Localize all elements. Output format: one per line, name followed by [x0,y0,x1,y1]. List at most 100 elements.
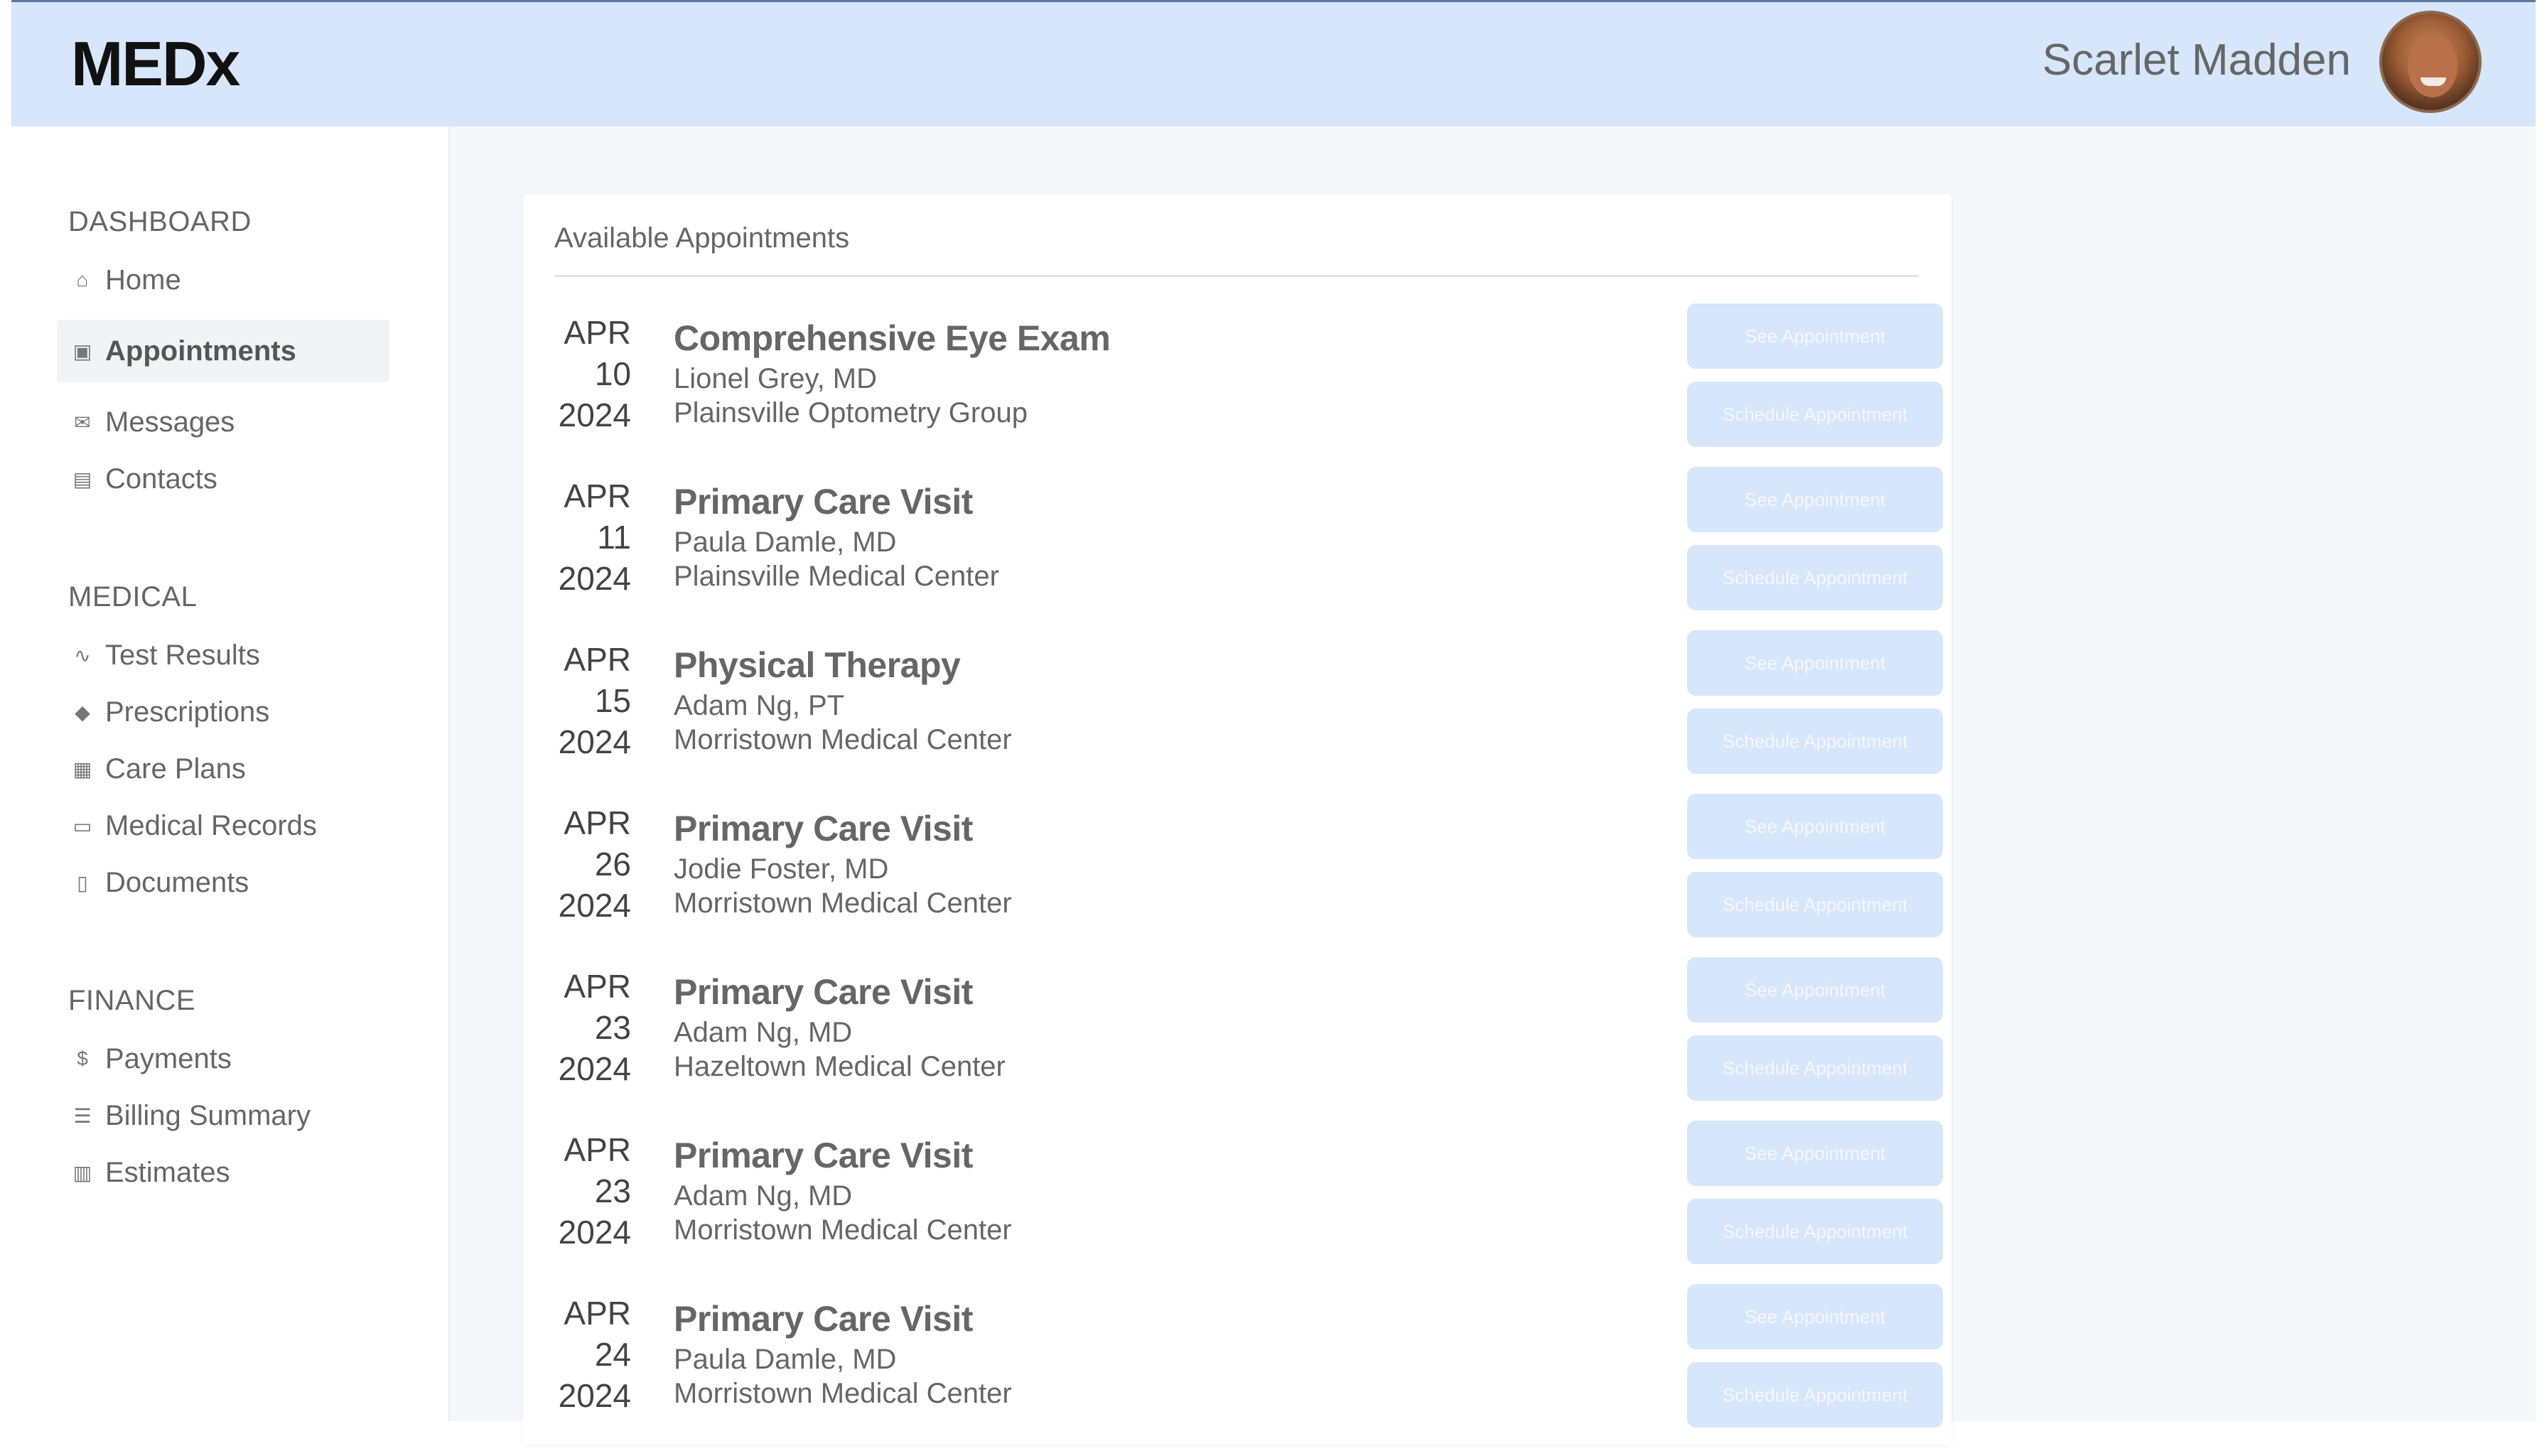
sidebar-item-label: Home [105,264,181,296]
sidebar-item-contacts[interactable]: ▤ Contacts [57,448,389,510]
appointment-year: 2024 [558,1050,631,1087]
appointment-month: APR [564,1295,631,1332]
sidebar-item-label: Medical Records [105,809,317,841]
appointment-date: APR 23 2024 [554,1129,631,1253]
schedule-appointment-button[interactable]: Schedule Appointment [1687,1199,1943,1264]
envelope-icon: ✉ [74,411,91,433]
sidebar-item-label: Documents [105,866,249,898]
appointment-row: APR 23 2024 Primary Care Visit Adam Ng, … [523,957,1951,1129]
sidebar-item-care-plans[interactable]: ▦ Care Plans [57,738,389,800]
see-appointment-button[interactable]: See Appointment [1687,467,1943,532]
sidebar-item-payments[interactable]: $ Payments [57,1028,389,1090]
sidebar-item-documents[interactable]: ▯ Documents [57,851,389,914]
sidebar-item-label: Appointments [105,335,296,367]
appointment-doctor: Lionel Grey, MD [674,363,878,394]
appointment-date: APR 24 2024 [554,1293,631,1416]
appointment-day: 15 [594,682,631,719]
sidebar-item-label: Prescriptions [105,696,270,728]
sidebar-item-label: Contacts [105,463,217,495]
appointment-doctor: Adam Ng, MD [674,1017,853,1048]
appointment-day: 26 [594,846,631,883]
sidebar-item-estimates[interactable]: ▥ Estimates [57,1141,389,1204]
schedule-appointment-button[interactable]: Schedule Appointment [1687,872,1943,937]
appointment-title: Primary Care Visit [674,1299,973,1339]
appointment-title: Physical Therapy [674,645,961,685]
sidebar-item-medical-records[interactable]: ▭ Medical Records [57,794,389,857]
appointment-year: 2024 [558,1377,631,1414]
appointment-date: APR 15 2024 [554,639,631,762]
appointment-row: APR 15 2024 Physical Therapy Adam Ng, PT… [523,630,1951,802]
document-icon: ▯ [77,871,88,894]
sidebar-item-billing-summary[interactable]: ☰ Billing Summary [57,1084,389,1147]
appointment-day: 10 [594,355,631,392]
sidebar-item-label: Test Results [105,639,260,671]
sidebar-item-appointments[interactable]: ▣ Appointments [57,320,389,382]
sidebar-item-messages[interactable]: ✉ Messages [57,391,389,453]
appointment-doctor: Adam Ng, MD [674,1180,853,1212]
sidebar-section-dashboard: DASHBOARD [68,206,252,237]
receipt-icon: ☰ [73,1104,92,1127]
appointment-year: 2024 [558,560,631,597]
appointment-date: APR 23 2024 [554,966,631,1089]
appointment-doctor: Paula Damle, MD [674,1344,897,1375]
home-icon: ⌂ [76,269,89,291]
appointment-row: APR 23 2024 Primary Care Visit Adam Ng, … [523,1121,1951,1293]
top-header: MEDx Scarlet Madden [11,0,2536,126]
appointment-location: Plainsville Medical Center [674,561,999,592]
sidebar-item-label: Estimates [105,1156,230,1188]
appointment-day: 11 [597,519,631,556]
app-logo[interactable]: MEDx [71,28,240,100]
appointment-row: APR 10 2024 Comprehensive Eye Exam Lione… [523,303,1951,475]
card-divider [554,275,1919,277]
sidebar-item-label: Messages [105,406,235,438]
appointment-row: APR 11 2024 Primary Care Visit Paula Dam… [523,467,1951,639]
appointment-location: Morristown Medical Center [674,1214,1012,1246]
appointment-title: Primary Care Visit [674,482,973,522]
sidebar-section-finance: FINANCE [68,985,196,1016]
schedule-appointment-button[interactable]: Schedule Appointment [1687,1035,1943,1101]
pulse-icon: ∿ [74,644,91,667]
see-appointment-button[interactable]: See Appointment [1687,1284,1943,1349]
available-appointments-card: Available Appointments APR 10 2024 Compr… [523,194,1951,1445]
sidebar-item-home[interactable]: ⌂ Home [57,249,389,311]
appointment-doctor: Jodie Foster, MD [674,853,889,885]
appointment-day: 23 [594,1009,631,1046]
schedule-appointment-button[interactable]: Schedule Appointment [1687,708,1943,774]
appointment-month: APR [564,968,631,1005]
appointment-location: Morristown Medical Center [674,724,1012,755]
schedule-appointment-button[interactable]: Schedule Appointment [1687,545,1943,610]
app-frame: MEDx Scarlet Madden DASHBOARD ⌂ Home ▣ A… [11,0,2536,1445]
appointment-day: 23 [594,1172,631,1209]
calendar-icon: ▣ [72,340,92,362]
see-appointment-button[interactable]: See Appointment [1687,1121,1943,1186]
appointment-location: Morristown Medical Center [674,888,1012,919]
appointment-date: APR 11 2024 [554,475,631,599]
user-name[interactable]: Scarlet Madden [2042,35,2351,85]
appointment-title: Primary Care Visit [674,972,973,1012]
appointment-doctor: Adam Ng, PT [674,690,845,721]
appointment-month: APR [564,641,631,678]
sidebar-item-prescriptions[interactable]: ◆ Prescriptions [57,681,389,743]
appointment-year: 2024 [558,723,631,760]
appointment-title: Primary Care Visit [674,809,973,848]
appointment-title: Primary Care Visit [674,1136,973,1175]
appointment-title: Comprehensive Eye Exam [674,318,1111,358]
appointment-date: APR 10 2024 [554,312,631,436]
sidebar-item-test-results[interactable]: ∿ Test Results [57,624,389,686]
folder-icon: ▭ [72,814,92,837]
see-appointment-button[interactable]: See Appointment [1687,303,1943,369]
see-appointment-button[interactable]: See Appointment [1687,630,1943,696]
schedule-appointment-button[interactable]: Schedule Appointment [1687,1362,1943,1428]
appointment-day: 24 [594,1336,631,1373]
schedule-appointment-button[interactable]: Schedule Appointment [1687,382,1943,447]
appointment-year: 2024 [558,397,631,433]
appointment-location: Hazeltown Medical Center [674,1051,1006,1082]
avatar-face [2408,35,2457,97]
see-appointment-button[interactable]: See Appointment [1687,794,1943,859]
sidebar-item-label: Billing Summary [105,1099,311,1131]
appointment-year: 2024 [558,1214,631,1251]
see-appointment-button[interactable]: See Appointment [1687,957,1943,1023]
appointment-doctor: Paula Damle, MD [674,527,897,558]
appointment-date: APR 26 2024 [554,802,631,926]
avatar[interactable] [2379,11,2482,113]
